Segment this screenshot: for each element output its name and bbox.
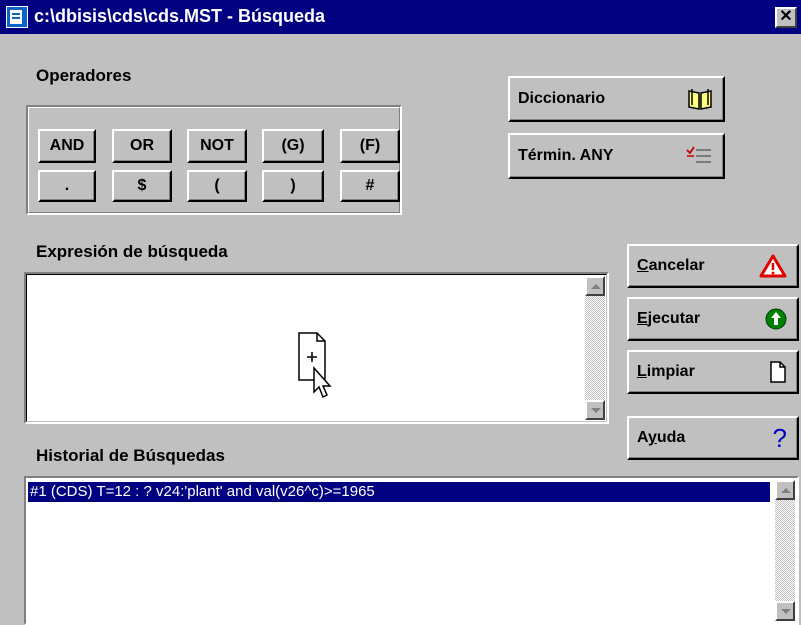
operator-f-button[interactable]: (F) <box>340 129 400 163</box>
diccionario-button[interactable]: Diccionario <box>508 76 725 122</box>
operator-or-button[interactable]: OR <box>112 129 172 163</box>
operator-dot-button[interactable]: . <box>38 170 96 202</box>
ayuda-button[interactable]: Ayuda ? <box>627 416 799 460</box>
go-icon <box>765 308 787 330</box>
history-scroll-down-button[interactable] <box>775 601 795 621</box>
history-scroll-up-button[interactable] <box>775 480 795 500</box>
expression-label: Expresión de búsqueda <box>36 242 228 261</box>
history-label: Historial de Búsquedas <box>36 446 225 465</box>
scroll-down-button[interactable] <box>585 400 605 420</box>
operator-g-button[interactable]: (G) <box>262 129 324 163</box>
help-icon: ? <box>772 422 787 453</box>
page-icon <box>770 361 786 383</box>
drag-document-cursor-icon <box>298 332 332 399</box>
cancelar-button[interactable]: Cancelar <box>627 244 799 288</box>
operator-dollar-button[interactable]: $ <box>112 170 172 202</box>
history-item[interactable]: #1 (CDS) T=12 : ? v24:'plant' and val(v2… <box>28 482 770 502</box>
book-icon <box>688 89 712 110</box>
operator-and-button[interactable]: AND <box>38 129 96 163</box>
operator-open-paren-button[interactable]: ( <box>187 170 247 202</box>
ejecutar-button[interactable]: Ejecutar <box>627 297 799 341</box>
cancelar-label: Cancelar <box>637 257 705 274</box>
operator-hash-button[interactable]: # <box>340 170 400 202</box>
termin-any-label: Términ. ANY <box>518 147 614 164</box>
expression-scrollbar[interactable] <box>585 276 605 420</box>
expression-input[interactable] <box>24 272 609 424</box>
ayuda-label: Ayuda <box>637 429 686 446</box>
operators-label: Operadores <box>36 66 132 85</box>
checklist-icon <box>686 146 711 163</box>
ejecutar-label: Ejecutar <box>637 310 701 327</box>
close-button[interactable]: ✕ <box>775 7 797 28</box>
diccionario-label: Diccionario <box>518 90 606 107</box>
limpiar-label: Limpiar <box>637 363 695 380</box>
limpiar-button[interactable]: Limpiar <box>627 350 799 394</box>
app-icon[interactable] <box>6 6 28 28</box>
operator-close-paren-button[interactable]: ) <box>262 170 324 202</box>
operator-not-button[interactable]: NOT <box>187 129 247 163</box>
history-scrollbar[interactable] <box>775 480 795 621</box>
history-list[interactable]: #1 (CDS) T=12 : ? v24:'plant' and val(v2… <box>24 476 799 625</box>
scroll-up-button[interactable] <box>585 276 605 296</box>
warning-icon <box>759 254 787 278</box>
window-title: c:\dbisis\cds\cds.MST - Búsqueda <box>34 6 326 26</box>
termin-any-button[interactable]: Términ. ANY <box>508 133 725 179</box>
title-bar: c:\dbisis\cds\cds.MST - Búsqueda ✕ <box>0 0 801 34</box>
